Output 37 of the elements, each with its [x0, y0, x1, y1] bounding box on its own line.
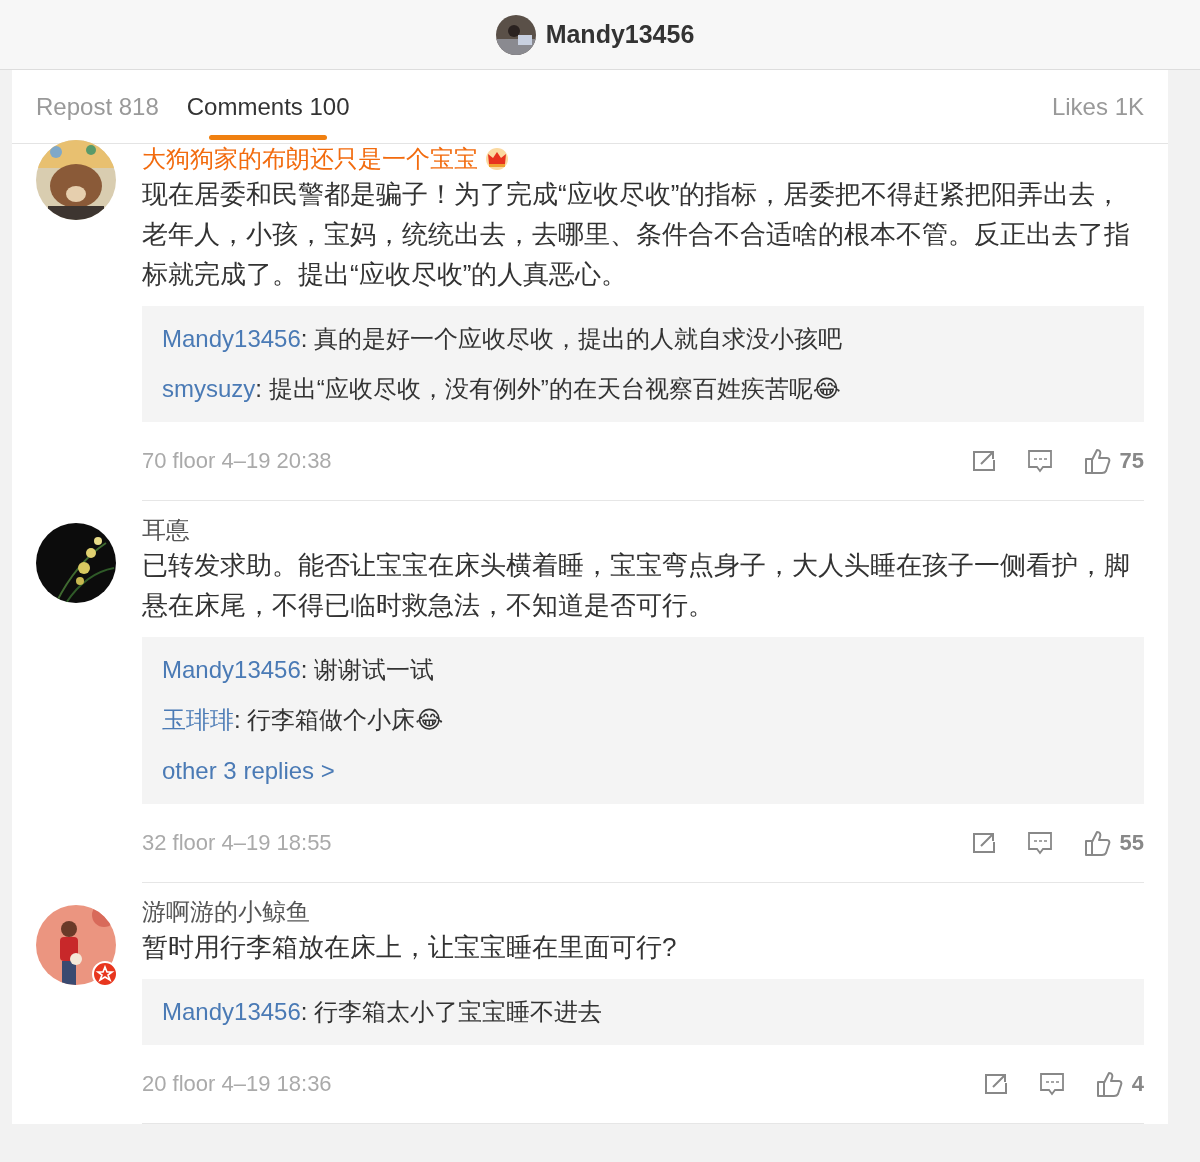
reply-text: Mandy13456: 谢谢试一试 — [162, 655, 436, 685]
share-icon[interactable] — [983, 1073, 1008, 1095]
tab[interactable]: Repost 818 — [36, 69, 159, 144]
thumbs-up-icon[interactable] — [1083, 830, 1112, 856]
author-name[interactable]: 大狗狗家的布朗还只是一个宝宝 — [142, 144, 478, 174]
comment-icon[interactable] — [1027, 831, 1052, 855]
author-name[interactable]: 游啊游的小鲸鱼 — [142, 897, 310, 927]
crown-icon — [484, 147, 510, 171]
reply-author-link[interactable]: 玉琲琲 — [162, 706, 234, 733]
comment-text: 暂时用行李箱放在床上，让宝宝睡在里面可行? — [142, 931, 678, 964]
reply-author-link[interactable]: smysuzy — [162, 375, 256, 402]
comment-icon[interactable] — [1039, 1072, 1064, 1096]
reply-author-link[interactable]: Mandy13456 — [162, 656, 301, 683]
comment-text: 现在居委和民警都是骗子！为了完成“应收尽收”的指标，居委把不得赶紧把阳弄出去，老年人，小孩，宝妈，统统出去，去哪里、条件合不合适啥的根本不管。反正出去了指标就完成了。提出“应收尽收”的人真恶心。 — [142, 178, 1131, 291]
like-count: 75 — [1119, 448, 1144, 474]
reply-author-link[interactable]: Mandy13456 — [162, 325, 301, 352]
share-icon[interactable] — [971, 450, 996, 472]
thumbs-up-icon[interactable] — [1083, 448, 1112, 474]
more-replies-link[interactable]: other 3 replies > — [162, 745, 335, 796]
floor-timestamp: 20 floor 4–19 18:36 — [142, 1071, 333, 1097]
tab[interactable]: Comments 100 — [186, 69, 350, 144]
tab[interactable]: Likes 1K — [1051, 69, 1144, 144]
reply-text: Mandy13456: 行李箱太小了宝宝睡不进去 — [162, 997, 604, 1027]
profile-name: Mandy13456 — [545, 20, 695, 49]
like-count: 4 — [1131, 1071, 1144, 1097]
author-name[interactable]: 耳悳 — [142, 515, 190, 545]
reply-text: Mandy13456: 真的是好一个应收尽收，提出的人就自求没小孩吧 — [162, 324, 844, 354]
comment-text: 已转发求助。能否让宝宝在床头横着睡，宝宝弯点身子，大人头睡在孩子一侧看护，脚悬在床尾，不得已临时救急法，不知道是否可行。 — [142, 549, 1131, 622]
comment-icon[interactable] — [1027, 449, 1052, 473]
reply-text: smysuzy: 提出“应收尽收，没有例外”的在天台视察百姓疾苦呢😂 — [162, 374, 842, 404]
floor-timestamp: 70 floor 4–19 20:38 — [142, 448, 333, 474]
like-count: 55 — [1119, 830, 1144, 856]
share-icon[interactable] — [971, 832, 996, 854]
thumbs-up-icon[interactable] — [1095, 1071, 1124, 1097]
floor-timestamp: 32 floor 4–19 18:55 — [142, 830, 333, 856]
reply-text: 玉琲琲: 行李箱做个小床😂 — [162, 705, 445, 735]
reply-author-link[interactable]: Mandy13456 — [162, 998, 301, 1025]
